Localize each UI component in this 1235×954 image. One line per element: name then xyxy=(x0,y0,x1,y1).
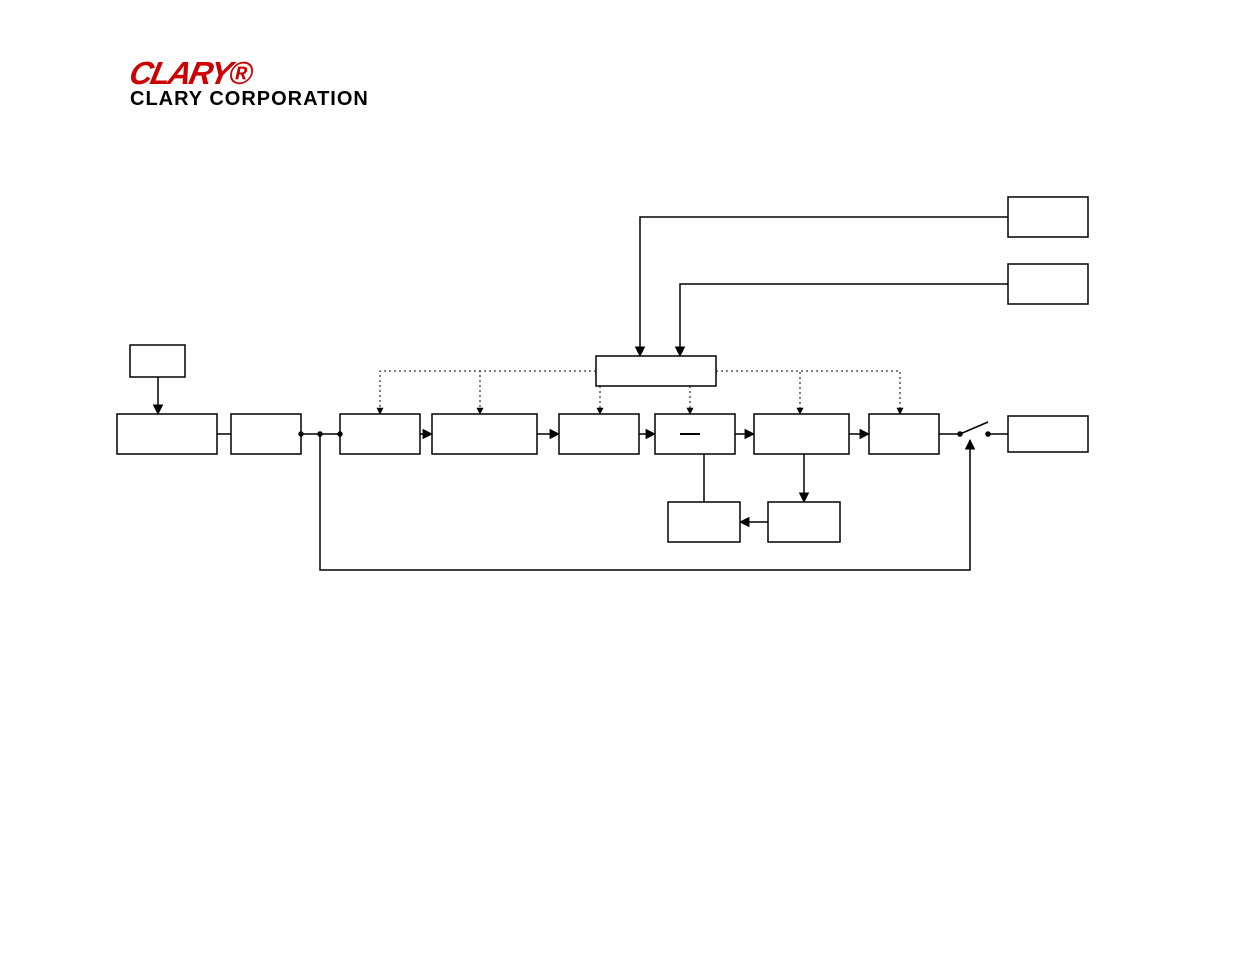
ctrl-to-rect xyxy=(380,371,596,414)
block-output-xfmr xyxy=(869,414,939,454)
panel-feeds xyxy=(640,217,1008,356)
block-diagram xyxy=(0,0,1235,954)
block-battery xyxy=(668,502,740,542)
bypass-tap-icon xyxy=(318,432,322,436)
block-output-filter xyxy=(754,414,849,454)
block-charger xyxy=(768,502,840,542)
block-controller xyxy=(596,356,716,386)
ctrl-to-pfc xyxy=(480,371,596,414)
block-display xyxy=(1008,197,1088,237)
block-ac-input xyxy=(117,414,217,454)
block-pfc xyxy=(432,414,537,454)
block-ac-output xyxy=(1008,416,1088,452)
switch-node-left-icon xyxy=(958,432,962,436)
diagram-blocks xyxy=(117,197,1088,542)
ctrl-to-of xyxy=(716,371,800,414)
conn-display-to-ctrl xyxy=(640,217,1008,356)
block-emi-filter xyxy=(231,414,301,454)
page: CLARY® CLARY CORPORATION xyxy=(0,0,1235,954)
switch-node-right-icon xyxy=(986,432,990,436)
ctrl-to-xfmr xyxy=(716,371,900,414)
block-rectifier xyxy=(340,414,420,454)
block-dc-bus xyxy=(559,414,639,454)
block-comm xyxy=(1008,264,1088,304)
switch-contact-icon xyxy=(960,422,988,434)
conn-comm-to-ctrl xyxy=(680,284,1008,356)
block-ac-input-small xyxy=(130,345,185,377)
